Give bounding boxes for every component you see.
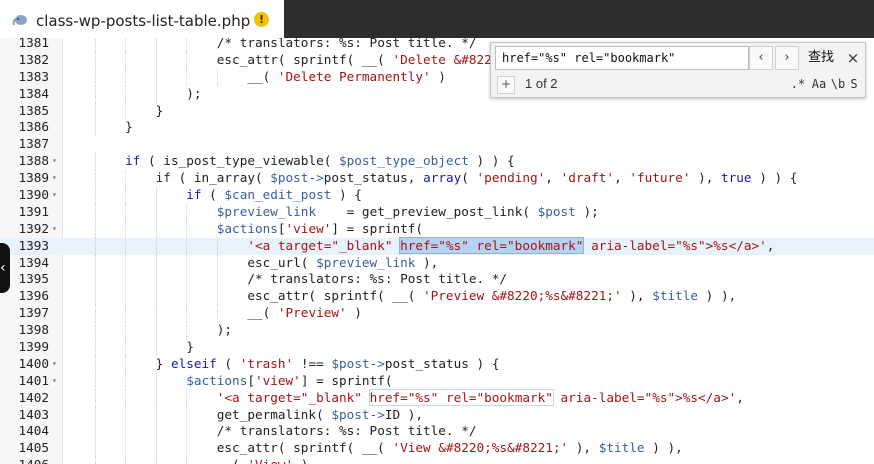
code-line[interactable]: 1388 ▾ if ( is_post_type_viewable( $post_… bbox=[0, 153, 874, 171]
code-line[interactable]: 1393 '<a target="_blank" href="%s" rel="… bbox=[0, 236, 874, 255]
line-number: 1385 bbox=[18, 102, 49, 118]
code-line[interactable]: 1404 /* translators: %s: Post title. */ bbox=[0, 423, 874, 441]
warning-icon[interactable]: ! bbox=[254, 12, 269, 27]
code-line[interactable]: 1391 $preview_link = get_preview_post_li… bbox=[0, 203, 874, 221]
whole-word-toggle[interactable]: \b bbox=[829, 75, 847, 93]
fold-arrow-icon[interactable]: ▾ bbox=[52, 153, 57, 170]
line-number: 1390 bbox=[18, 187, 49, 203]
code-line[interactable]: 1392 ▾ $actions['view'] = sprintf( bbox=[0, 220, 874, 238]
match-count: 1 of 2 bbox=[525, 76, 558, 91]
find-input[interactable] bbox=[495, 46, 749, 70]
code-text: esc_attr( sprintf( __( 'View &#8220;%s&#… bbox=[64, 440, 683, 456]
code-editor[interactable]: 1381 /* translators: %s: Post title. */1… bbox=[0, 38, 874, 464]
line-number: 1397 bbox=[18, 305, 49, 321]
find-previous-button[interactable]: ‹ bbox=[749, 46, 773, 70]
code-text: $preview_link = get_preview_post_link( $… bbox=[216, 203, 599, 219]
code-text: __( 'Preview' ) bbox=[64, 305, 362, 321]
code-text: /* translators: %s: Post title. */ bbox=[247, 271, 508, 287]
line-number: 1402 bbox=[18, 389, 49, 405]
code-text: if ( in_array( $post->post_status, array… bbox=[155, 170, 798, 186]
line-number: 1382 bbox=[18, 51, 49, 67]
fold-arrow-icon[interactable]: ▾ bbox=[52, 170, 57, 187]
line-number: 1406 bbox=[0, 457, 49, 464]
line-number: 1391 bbox=[18, 203, 49, 219]
code-text: __( 'View' ) bbox=[64, 457, 309, 464]
line-number: 1401 bbox=[18, 372, 49, 388]
code-text: } bbox=[64, 102, 164, 118]
sidebar-toggle-icon[interactable]: ‹ bbox=[0, 243, 10, 293]
line-number: 1383 bbox=[18, 68, 49, 84]
code-line[interactable]: 1396 esc_attr( sprintf( __( 'Preview &#8… bbox=[0, 288, 874, 306]
close-find-icon[interactable]: × bbox=[843, 46, 863, 70]
code-text: __( 'Delete Permanently' ) bbox=[64, 68, 446, 84]
code-text: /* translators: %s: Post title. */ bbox=[216, 38, 477, 50]
code-line[interactable]: 1403 get_permalink( $post->ID ), bbox=[0, 406, 874, 424]
code-line[interactable]: 1385 } bbox=[0, 102, 874, 120]
line-number: 1403 bbox=[18, 406, 49, 422]
code-text: /* translators: %s: Post title. */ bbox=[216, 423, 477, 439]
find-next-button[interactable]: › bbox=[775, 46, 799, 70]
code-text: } bbox=[64, 339, 194, 355]
regex-toggle[interactable]: .* bbox=[787, 75, 809, 93]
expand-replace-button[interactable]: + bbox=[497, 76, 515, 94]
code-line[interactable]: 1402 '<a target="_blank" href="%s" rel="… bbox=[0, 388, 874, 407]
code-line[interactable]: 1406 __( 'View' ) bbox=[0, 457, 874, 464]
elephant-icon bbox=[12, 15, 27, 26]
code-text: '<a target="_blank" href="%s" rel="bookm… bbox=[216, 388, 744, 406]
code-line[interactable]: 1386 } bbox=[0, 119, 874, 137]
case-sensitive-toggle[interactable]: Aa bbox=[809, 75, 829, 93]
code-lines: 1381 /* translators: %s: Post title. */1… bbox=[0, 38, 874, 464]
code-line[interactable]: 1395 /* translators: %s: Post title. */ bbox=[0, 271, 874, 289]
code-line[interactable]: 1399 } bbox=[0, 339, 874, 357]
code-text: } elseif ( 'trash' !== $post->post_statu… bbox=[64, 355, 500, 371]
code-line[interactable]: 1401 ▾ $actions['view'] = sprintf( bbox=[0, 372, 874, 390]
line-number: 1389 bbox=[18, 170, 49, 186]
code-text: if ( is_post_type_viewable( $post_type_o… bbox=[125, 153, 515, 169]
code-line[interactable]: 1390 ▾ if ( $can_edit_post ) { bbox=[0, 187, 874, 205]
tab-title: class-wp-posts-list-table.php bbox=[36, 12, 251, 30]
code-line[interactable]: 1398 ); bbox=[0, 322, 874, 340]
code-text: esc_attr( sprintf( __( 'Preview &#8220;%… bbox=[64, 288, 737, 304]
line-number: 1384 bbox=[18, 85, 49, 101]
line-number: 1398 bbox=[18, 322, 49, 338]
in-selection-toggle[interactable]: S bbox=[847, 75, 861, 93]
code-line[interactable]: 1389 ▾ if ( in_array( $post->post_status,… bbox=[0, 170, 874, 188]
line-number: 1405 bbox=[18, 440, 49, 456]
code-text: esc_url( $preview_link ), bbox=[64, 254, 439, 270]
code-text: ); bbox=[64, 322, 233, 338]
line-number: 1400 bbox=[18, 355, 49, 371]
line-number: 1392 bbox=[18, 220, 49, 236]
code-line[interactable]: 1387 bbox=[0, 136, 874, 153]
code-line[interactable]: 1400 ▾ } elseif ( 'trash' !== $post->post… bbox=[0, 355, 874, 373]
line-number: 1381 bbox=[18, 38, 49, 50]
line-number: 1387 bbox=[18, 136, 49, 152]
code-text: $actions['view'] = sprintf( bbox=[216, 220, 424, 236]
tab-file[interactable]: class-wp-posts-list-table.php ! bbox=[0, 0, 284, 38]
fold-arrow-icon[interactable]: ▾ bbox=[52, 356, 57, 373]
find-button[interactable]: 查找 bbox=[803, 46, 839, 70]
tab-bar: class-wp-posts-list-table.php ! bbox=[0, 0, 874, 38]
fold-arrow-icon[interactable]: ▾ bbox=[52, 373, 57, 390]
line-number: 1386 bbox=[18, 119, 49, 135]
code-text: $actions['view'] = sprintf( bbox=[186, 372, 393, 388]
code-text: get_permalink( $post->ID ), bbox=[64, 406, 424, 422]
code-text: '<a target="_blank" href="%s" rel="bookm… bbox=[247, 236, 775, 254]
fold-arrow-icon[interactable]: ▾ bbox=[52, 221, 57, 238]
code-line[interactable]: 1405 esc_attr( sprintf( __( 'View &#8220… bbox=[0, 440, 874, 458]
fold-arrow-icon[interactable]: ▾ bbox=[52, 187, 57, 204]
code-line[interactable]: 1397 __( 'Preview' ) bbox=[0, 305, 874, 323]
code-line[interactable]: 1394 esc_url( $preview_link ), bbox=[0, 254, 874, 272]
code-text: if ( $can_edit_post ) { bbox=[186, 187, 362, 203]
line-number: 1399 bbox=[18, 339, 49, 355]
line-number: 1388 bbox=[18, 153, 49, 169]
line-number: 1404 bbox=[18, 423, 49, 439]
code-text: ); bbox=[64, 85, 202, 101]
code-text: } bbox=[64, 119, 133, 135]
find-widget: ‹ › 查找 × + 1 of 2 .* Aa \b S bbox=[490, 42, 866, 98]
